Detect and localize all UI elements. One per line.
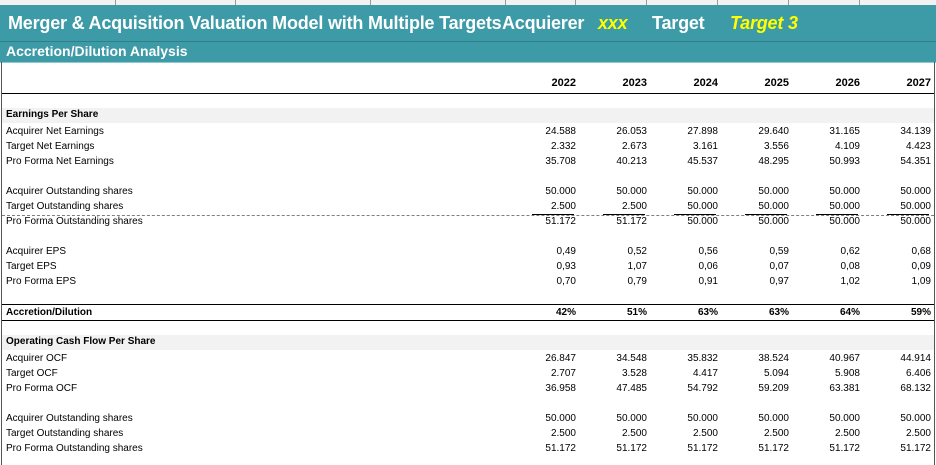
table-border-right xyxy=(934,62,935,465)
table-row[interactable]: Acquirer EPS 0,49 0,52 0,56 0,59 0,62 0,… xyxy=(2,245,934,260)
table-row[interactable]: Pro Forma Outstanding shares 51.172 51.1… xyxy=(2,215,934,230)
table-row[interactable]: Pro Forma EPS 0,70 0,79 0,91 0,97 1,02 1… xyxy=(2,275,934,290)
table-row[interactable]: Pro Forma Outstanding shares 51.172 51.1… xyxy=(2,442,934,457)
target-name-cell[interactable]: Target 3 xyxy=(730,13,798,34)
table-row[interactable]: Target Net Earnings 2.332 2.673 3.161 3.… xyxy=(2,140,934,155)
table-row[interactable]: Target EPS 0,93 1,07 0,06 0,07 0,08 0,09 xyxy=(2,260,934,275)
table-row[interactable]: Target Outstanding shares 2.500 2.500 50… xyxy=(2,200,934,215)
table-row[interactable]: Acquirer OCF 26.847 34.548 35.832 38.524… xyxy=(2,352,934,367)
year-header-row: 2022 2023 2024 2025 2026 2027 xyxy=(2,77,934,92)
year-cell[interactable]: 2023 xyxy=(587,77,647,89)
year-cell[interactable]: 2022 xyxy=(516,77,576,89)
year-cell[interactable]: 2024 xyxy=(658,77,718,89)
title-bar: Merger & Acquisition Valuation Model wit… xyxy=(0,5,936,41)
section-subheader: Accretion/Dilution Analysis xyxy=(0,41,936,63)
table-row[interactable]: Target OCF 2.707 3.528 4.417 5.094 5.908… xyxy=(2,367,934,382)
acquirer-name-cell[interactable]: xxx xyxy=(598,13,628,34)
table-row[interactable]: Acquirer Outstanding shares 50.000 50.00… xyxy=(2,412,934,427)
table-row[interactable]: Acquirer Outstanding shares 50.000 50.00… xyxy=(2,185,934,200)
year-cell[interactable]: 2027 xyxy=(871,77,931,89)
table-row[interactable]: Acquirer Net Earnings 24.588 26.053 27.8… xyxy=(2,125,934,140)
section-title-eps[interactable]: Earnings Per Share xyxy=(2,108,934,123)
acquirer-label: Acquierer xyxy=(502,13,585,33)
table-row[interactable]: Target Outstanding shares 2.500 2.500 2.… xyxy=(2,427,934,442)
table-row[interactable]: Pro Forma Net Earnings 35.708 40.213 45.… xyxy=(2,155,934,170)
year-cell[interactable]: 2025 xyxy=(729,77,789,89)
target-label: Target xyxy=(652,13,705,33)
year-cell[interactable]: 2026 xyxy=(800,77,860,89)
table-row[interactable]: Pro Forma OCF 36.958 47.485 54.792 59.20… xyxy=(2,382,934,397)
accretion-top-border xyxy=(2,304,934,305)
accretion-bottom-border xyxy=(2,320,934,321)
accretion-dilution-row[interactable]: Accretion/Dilution 42% 51% 63% 63% 64% 5… xyxy=(2,306,934,321)
section-title-ocf[interactable]: Operating Cash Flow Per Share xyxy=(2,335,934,350)
subheader-title: Accretion/Dilution Analysis xyxy=(6,43,188,59)
model-title: Merger & Acquisition Valuation Model wit… xyxy=(8,13,502,33)
header-underline xyxy=(2,93,934,94)
